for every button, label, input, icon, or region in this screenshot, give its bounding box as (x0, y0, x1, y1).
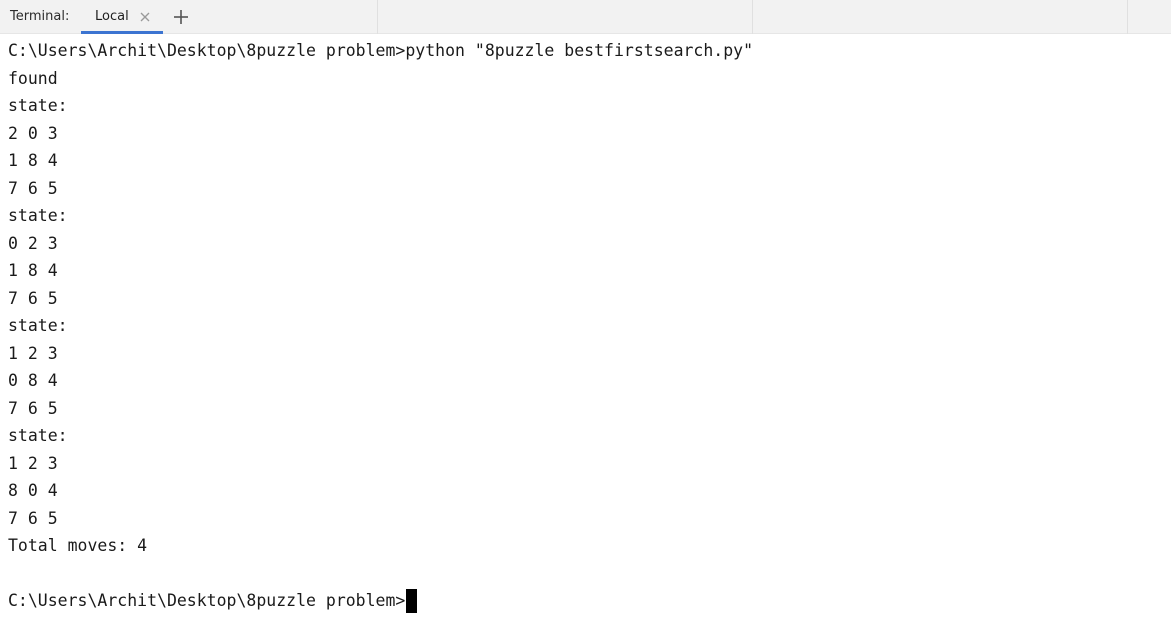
tool-window-title: Terminal: (10, 9, 70, 24)
output-line: 7 6 5 (8, 508, 58, 528)
tab-divider (377, 0, 378, 34)
output-line: state: (8, 206, 68, 225)
output-line: 7 6 5 (8, 398, 58, 418)
output-line: state: (8, 426, 68, 445)
prompt-line[interactable]: C:\Users\Archit\Desktop\8puzzle problem> (8, 587, 1171, 615)
tab-label: Local (95, 9, 129, 24)
output-line: 1 2 3 (8, 453, 58, 473)
terminal-output[interactable]: C:\Users\Archit\Desktop\8puzzle problem>… (0, 34, 1171, 637)
output-line: 8 0 4 (8, 481, 58, 500)
output-line: Total moves: 4 (8, 536, 148, 555)
output-line: 1 8 4 (8, 151, 58, 170)
shell-prompt: C:\Users\Archit\Desktop\8puzzle problem> (8, 591, 406, 610)
output-line: found (8, 68, 58, 88)
output-line: state: (8, 96, 68, 115)
output-line: 1 8 4 (8, 261, 58, 280)
output-line: state: (8, 316, 68, 335)
output-line: 0 2 3 (8, 233, 58, 253)
plus-icon[interactable] (172, 8, 190, 26)
tab-divider (752, 0, 753, 34)
output-line: 0 8 4 (8, 371, 58, 390)
tab-local[interactable]: Local (81, 0, 163, 34)
text-cursor (406, 588, 418, 613)
output-line: 7 6 5 (8, 288, 58, 308)
output-line: 1 2 3 (8, 343, 58, 363)
terminal-tab-bar: Terminal: Local (0, 0, 1171, 34)
output-line: 7 6 5 (8, 178, 58, 198)
tab-divider (1127, 0, 1128, 34)
command-line: C:\Users\Archit\Desktop\8puzzle problem>… (8, 41, 754, 60)
close-icon[interactable] (138, 9, 152, 23)
output-line: 2 0 3 (8, 123, 58, 143)
